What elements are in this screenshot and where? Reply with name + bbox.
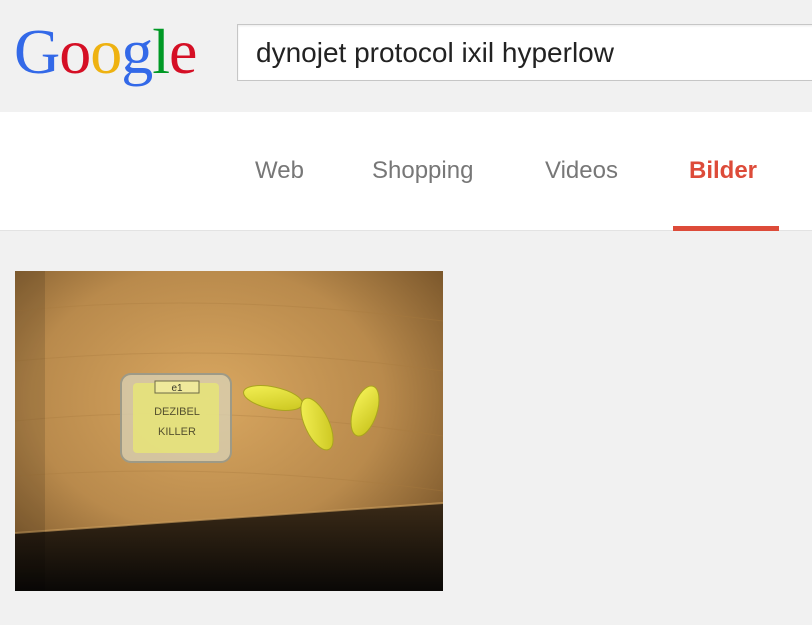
search-box[interactable] (237, 24, 812, 81)
tabs-bar: Web Shopping Videos Bilder (0, 112, 812, 231)
active-tab-indicator (673, 226, 779, 231)
logo-letter-e: e (169, 16, 197, 87)
earplugs-photo-icon: e1 DEZIBEL KILLER (15, 271, 443, 591)
box-label-killer: KILLER (158, 426, 196, 438)
search-input[interactable] (256, 25, 812, 80)
tab-videos[interactable]: Videos (545, 112, 618, 230)
box-label-e1: e1 (171, 383, 183, 394)
header: Google (0, 0, 812, 112)
logo-letter-o1: o (59, 16, 91, 87)
image-result[interactable]: e1 DEZIBEL KILLER (15, 271, 443, 591)
tab-bilder[interactable]: Bilder (689, 112, 757, 230)
tab-shopping[interactable]: Shopping (372, 112, 473, 230)
logo-letter-g2: g (121, 16, 153, 87)
box-label-dezibel: DEZIBEL (154, 406, 200, 418)
logo-letter-g: G (14, 16, 60, 87)
google-logo[interactable]: Google (14, 16, 197, 88)
logo-letter-l: l (152, 16, 170, 87)
tab-web[interactable]: Web (255, 112, 304, 230)
logo-letter-o2: o (90, 16, 122, 87)
